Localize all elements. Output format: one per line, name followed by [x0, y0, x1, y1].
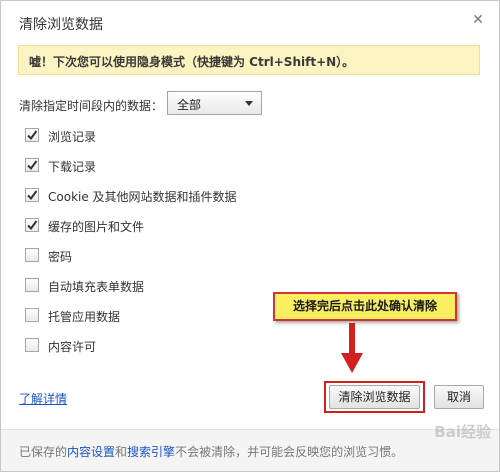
clear-browsing-data-button[interactable]: 清除浏览数据: [329, 385, 420, 409]
time-range-value: 全部: [177, 98, 202, 112]
option-label: 内容许可: [48, 340, 97, 354]
checkbox-passwords[interactable]: [25, 248, 39, 262]
footer-prefix: 已保存的: [19, 445, 68, 459]
chevron-down-icon: [245, 101, 253, 106]
footer-note: 已保存的内容设置和搜索引擎不会被清除，并可能会反映您的浏览习惯。: [1, 429, 499, 471]
option-label: 自动填充表单数据: [48, 280, 145, 294]
checkbox-autofill[interactable]: [25, 278, 39, 292]
clear-browsing-data-dialog: 清除浏览数据 ✕ 嘘！下次您可以使用隐身模式（快捷键为 Ctrl+Shift+N…: [0, 0, 500, 472]
close-icon[interactable]: ✕: [471, 13, 485, 27]
time-range-select[interactable]: 全部: [167, 91, 262, 115]
footer-and: 和: [115, 445, 128, 459]
incognito-notice: 嘘！下次您可以使用隐身模式（快捷键为 Ctrl+Shift+N）。: [18, 45, 480, 75]
option-label: 密码: [48, 250, 73, 264]
option-label: 缓存的图片和文件: [48, 220, 145, 234]
time-range-label: 清除指定时间段内的数据：: [19, 99, 164, 113]
footer-suffix: 不会被清除，并可能会反映您的浏览习惯。: [175, 445, 404, 459]
checkmark-icon: [27, 130, 38, 141]
annotation-callout: 选择完后点击此处确认清除: [273, 292, 457, 321]
search-engines-link[interactable]: 搜索引擎: [127, 445, 175, 459]
checkbox-browsing-history[interactable]: [25, 128, 39, 142]
option-label: Cookie 及其他网站数据和插件数据: [48, 190, 237, 204]
checkmark-icon: [27, 160, 38, 171]
cancel-button[interactable]: 取消: [434, 385, 484, 409]
checkbox-content-licenses[interactable]: [25, 338, 39, 352]
watermark-logo: Bai经验: [434, 423, 491, 441]
annotation-arrow-icon: [341, 323, 363, 373]
dialog-title: 清除浏览数据: [19, 17, 103, 33]
checkbox-cookies[interactable]: [25, 188, 39, 202]
checkbox-hosted-app-data[interactable]: [25, 308, 39, 322]
checkmark-icon: [27, 190, 38, 201]
option-label: 托管应用数据: [48, 310, 121, 324]
checkmark-icon: [27, 220, 38, 231]
learn-more-link[interactable]: 了解详情: [19, 390, 67, 407]
content-settings-link[interactable]: 内容设置: [67, 445, 115, 459]
checkbox-cache[interactable]: [25, 218, 39, 232]
option-label: 下载记录: [48, 160, 97, 174]
option-label: 浏览记录: [48, 130, 97, 144]
checkbox-download-history[interactable]: [25, 158, 39, 172]
